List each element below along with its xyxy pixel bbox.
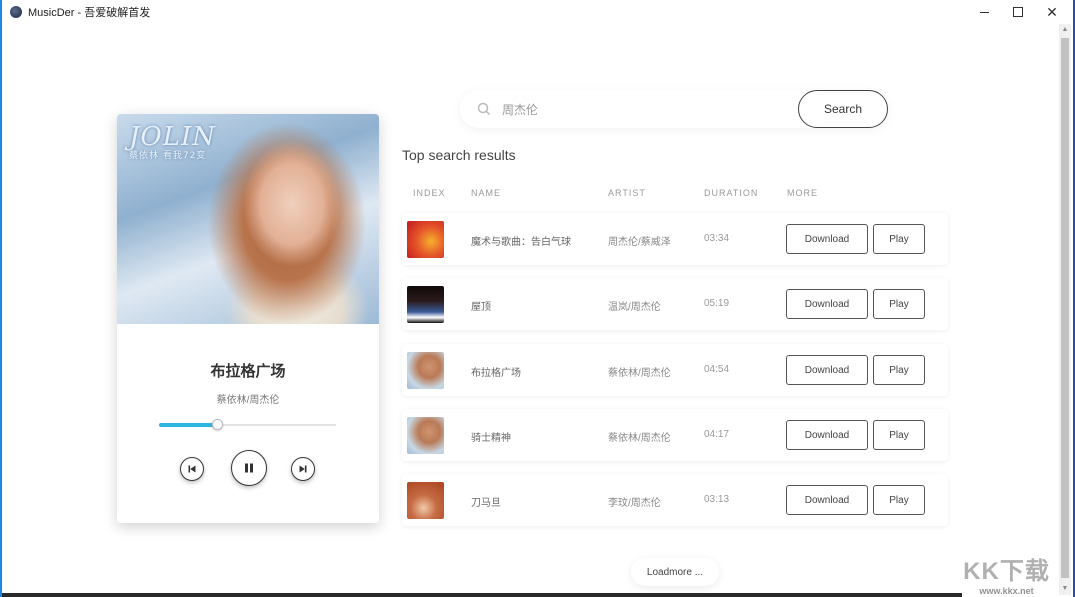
header-artist: ARTIST bbox=[608, 188, 646, 198]
song-artist: 蔡依林/周杰伦 bbox=[608, 433, 671, 444]
search-input[interactable] bbox=[502, 99, 782, 119]
result-row[interactable]: 布拉格广场 蔡依林/周杰伦 04:54 Download Play bbox=[402, 344, 948, 396]
now-playing-card: JOLIN 蔡依林 看我72变 布拉格广场 蔡依林/周杰伦 bbox=[117, 114, 379, 523]
album-thumbnail bbox=[407, 286, 444, 323]
song-duration: 05:19 bbox=[704, 298, 730, 309]
previous-button[interactable] bbox=[180, 457, 204, 481]
song-name: 魔术与歌曲：告白气球 bbox=[471, 237, 571, 248]
download-button[interactable]: Download bbox=[786, 355, 868, 385]
song-name: 骑士精神 bbox=[471, 433, 511, 444]
result-row[interactable]: 魔术与歌曲：告白气球 周杰伦/蔡威泽 03:34 Download Play bbox=[402, 213, 948, 265]
pause-button[interactable] bbox=[231, 450, 267, 486]
album-thumbnail bbox=[407, 482, 444, 519]
result-row[interactable]: 屋顶 温岚/周杰伦 05:19 Download Play bbox=[402, 278, 948, 330]
album-cover: JOLIN 蔡依林 看我72变 bbox=[117, 114, 379, 324]
song-name: 屋顶 bbox=[471, 302, 491, 313]
album-thumbnail bbox=[407, 221, 444, 258]
album-logo-subtext: 蔡依林 看我72变 bbox=[129, 151, 207, 161]
download-button[interactable]: Download bbox=[786, 289, 868, 319]
playback-controls bbox=[117, 450, 379, 488]
search-bar: Search bbox=[460, 90, 888, 128]
search-icon bbox=[477, 102, 491, 116]
maximize-button[interactable] bbox=[1001, 0, 1035, 24]
progress-fill bbox=[159, 423, 218, 427]
window-controls: ✕ bbox=[967, 0, 1069, 24]
album-cover-logo: JOLIN 蔡依林 看我72变 bbox=[129, 122, 216, 161]
header-more: MORE bbox=[787, 188, 818, 198]
vertical-scrollbar[interactable]: ▲ ▼ bbox=[1059, 24, 1071, 595]
header-name: NAME bbox=[471, 188, 502, 198]
song-duration: 03:13 bbox=[704, 494, 730, 505]
song-artist: 蔡依林/周杰伦 bbox=[608, 368, 671, 379]
download-button[interactable]: Download bbox=[786, 224, 868, 254]
song-duration: 03:34 bbox=[704, 233, 730, 244]
close-button[interactable]: ✕ bbox=[1035, 0, 1069, 24]
watermark: KK下载 www.kkx.net bbox=[954, 551, 1059, 596]
window-title: MusicDer - 吾爱破解首发 bbox=[28, 7, 151, 19]
play-button[interactable]: Play bbox=[873, 224, 925, 254]
loadmore-button[interactable]: Loadmore ... bbox=[631, 558, 719, 586]
scroll-up-arrow-icon[interactable]: ▲ bbox=[1059, 24, 1071, 36]
scrollbar-thumb[interactable] bbox=[1061, 38, 1069, 578]
now-playing-title: 布拉格广场 bbox=[210, 363, 286, 380]
play-button[interactable]: Play bbox=[873, 289, 925, 319]
watermark-logo: KK下载 bbox=[963, 558, 1050, 585]
song-name: 刀马旦 bbox=[471, 498, 501, 509]
watermark-url: www.kkx.net bbox=[979, 586, 1034, 596]
search-button[interactable]: Search bbox=[798, 90, 888, 128]
play-button[interactable]: Play bbox=[873, 420, 925, 450]
pause-icon bbox=[245, 463, 253, 473]
taskbar-strip bbox=[2, 593, 962, 597]
app-window: MusicDer - 吾爱破解首发 ✕ ▲ ▼ JOLIN 蔡依林 看我72变 … bbox=[0, 0, 1075, 597]
progress-handle[interactable] bbox=[212, 419, 224, 430]
song-name: 布拉格广场 bbox=[471, 368, 521, 379]
play-button[interactable]: Play bbox=[873, 485, 925, 515]
song-duration: 04:54 bbox=[704, 364, 730, 375]
skip-previous-icon bbox=[188, 465, 196, 473]
header-duration: DURATION bbox=[704, 188, 759, 198]
result-row[interactable]: 骑士精神 蔡依林/周杰伦 04:17 Download Play bbox=[402, 409, 948, 461]
minimize-button[interactable] bbox=[967, 0, 1001, 24]
album-thumbnail bbox=[407, 352, 444, 389]
next-button[interactable] bbox=[291, 457, 315, 481]
results-heading: Top search results bbox=[402, 147, 516, 163]
download-button[interactable]: Download bbox=[786, 420, 868, 450]
song-artist: 温岚/周杰伦 bbox=[608, 302, 661, 313]
skip-next-icon bbox=[299, 465, 307, 473]
now-playing-artist: 蔡依林/周杰伦 bbox=[216, 395, 280, 406]
progress-slider[interactable] bbox=[159, 419, 336, 430]
song-artist: 李玟/周杰伦 bbox=[608, 498, 661, 509]
results-table-header: INDEX NAME ARTIST DURATION MORE bbox=[402, 188, 948, 200]
app-logo-icon bbox=[10, 6, 22, 18]
scroll-down-arrow-icon[interactable]: ▼ bbox=[1059, 583, 1071, 595]
result-row[interactable]: 刀马旦 李玟/周杰伦 03:13 Download Play bbox=[402, 474, 948, 526]
download-button[interactable]: Download bbox=[786, 485, 868, 515]
song-duration: 04:17 bbox=[704, 429, 730, 440]
song-artist: 周杰伦/蔡威泽 bbox=[608, 237, 671, 248]
album-thumbnail bbox=[407, 417, 444, 454]
play-button[interactable]: Play bbox=[873, 355, 925, 385]
title-bar: MusicDer - 吾爱破解首发 ✕ bbox=[2, 0, 1073, 24]
header-index: INDEX bbox=[413, 188, 446, 198]
